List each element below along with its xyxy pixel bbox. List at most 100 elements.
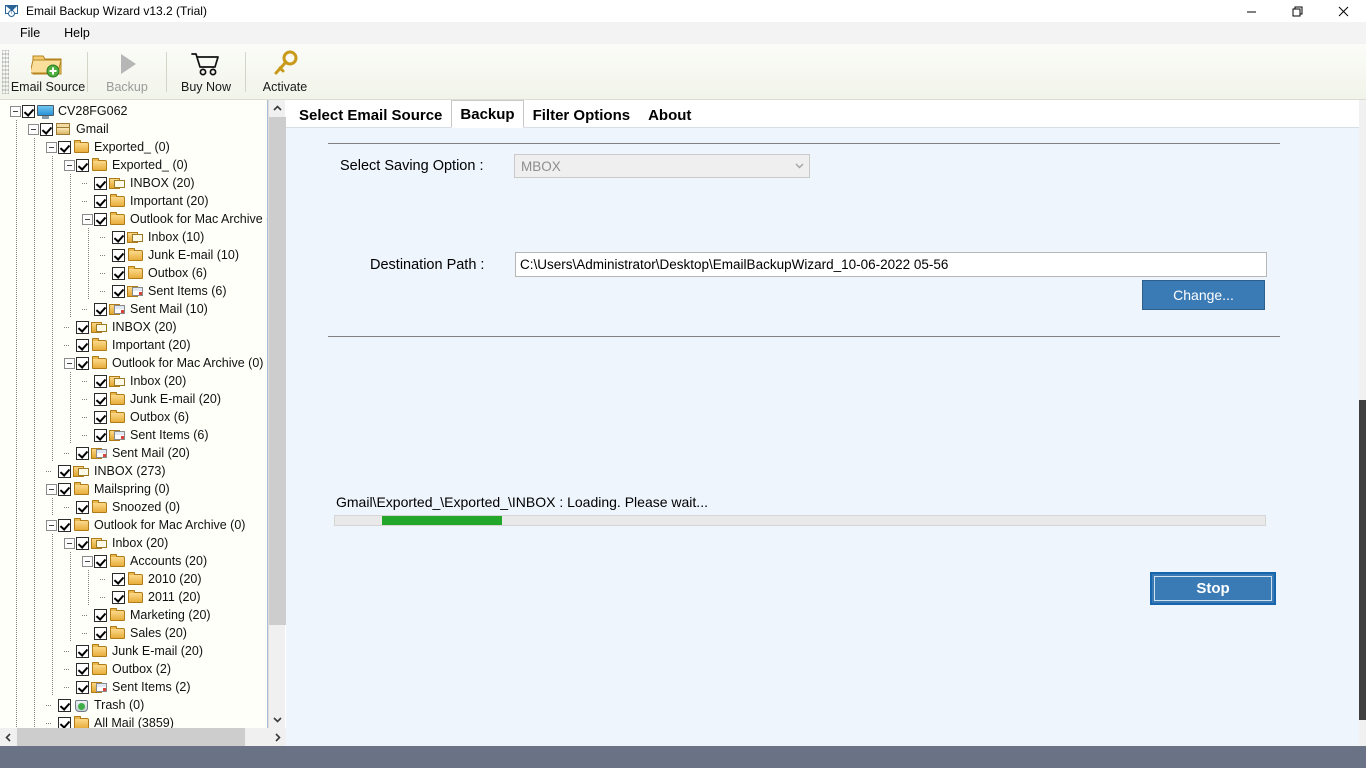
tab-filter-options[interactable]: Filter Options bbox=[523, 101, 640, 128]
menu-item-file[interactable]: File bbox=[8, 24, 52, 42]
tree-node[interactable]: CV28FG062 bbox=[0, 102, 267, 120]
tree-node-checkbox[interactable] bbox=[76, 320, 89, 334]
tree-node[interactable]: Sent Mail (20) bbox=[0, 444, 267, 462]
tree-collapse-icon[interactable] bbox=[46, 141, 57, 153]
toolbar-button-backup[interactable]: Backup bbox=[88, 45, 166, 99]
tree-node-checkbox[interactable] bbox=[58, 482, 71, 496]
toolbar-button-activate[interactable]: Activate bbox=[246, 45, 324, 99]
tree-collapse-icon[interactable] bbox=[64, 537, 75, 549]
tree-node-checkbox[interactable] bbox=[94, 374, 107, 388]
minimize-button[interactable] bbox=[1228, 0, 1274, 22]
tree-node[interactable]: Sent Mail (10) bbox=[0, 300, 267, 318]
tree-node-checkbox[interactable] bbox=[58, 464, 71, 478]
tree-node-checkbox[interactable] bbox=[58, 140, 71, 154]
content-scroll-thumb[interactable] bbox=[1359, 400, 1366, 720]
tree-node[interactable]: Mailspring (0) bbox=[0, 480, 267, 498]
content-vertical-scrollbar[interactable] bbox=[1359, 100, 1366, 746]
tree-vertical-scrollbar[interactable] bbox=[268, 100, 286, 728]
tree-node-checkbox[interactable] bbox=[76, 680, 89, 694]
tree-node-checkbox[interactable] bbox=[58, 518, 71, 532]
tree-collapse-icon[interactable] bbox=[28, 123, 39, 135]
tree-scroll-thumb[interactable] bbox=[269, 117, 286, 625]
restore-button[interactable] bbox=[1274, 0, 1320, 22]
tree-horizontal-scrollbar[interactable] bbox=[0, 728, 286, 746]
tree-node-checkbox[interactable] bbox=[94, 428, 107, 442]
tree-node-checkbox[interactable] bbox=[22, 104, 35, 118]
tree-node-checkbox[interactable] bbox=[94, 176, 107, 190]
tree-node[interactable]: Important (20) bbox=[0, 192, 267, 210]
tree-node[interactable]: All Mail (3859) bbox=[0, 714, 267, 728]
tree-node[interactable]: Exported_ (0) bbox=[0, 156, 267, 174]
folder-tree-panel[interactable]: CV28FG062 Gmail Exported_ (0) Exported_ (0)… bbox=[0, 100, 268, 728]
tree-node[interactable]: Outbox (2) bbox=[0, 660, 267, 678]
tree-collapse-icon[interactable] bbox=[46, 483, 57, 495]
tree-node-checkbox[interactable] bbox=[94, 212, 107, 226]
tab-about[interactable]: About bbox=[639, 101, 701, 128]
tree-node[interactable]: Outlook for Mac Archive (0) bbox=[0, 354, 267, 372]
tree-node-checkbox[interactable] bbox=[76, 644, 89, 658]
tree-node-checkbox[interactable] bbox=[112, 230, 125, 244]
tree-collapse-icon[interactable] bbox=[64, 159, 75, 171]
tree-node[interactable]: Junk E-mail (20) bbox=[0, 390, 267, 408]
tree-node[interactable]: Important (20) bbox=[0, 336, 267, 354]
tab-backup[interactable]: Backup bbox=[451, 100, 524, 128]
toolbar-button-buy-now[interactable]: Buy Now bbox=[167, 45, 245, 99]
tree-node[interactable]: INBOX (20) bbox=[0, 318, 267, 336]
tree-node-checkbox[interactable] bbox=[76, 446, 89, 460]
tree-collapse-icon[interactable] bbox=[82, 213, 93, 225]
tree-node[interactable]: Inbox (20) bbox=[0, 372, 267, 390]
tree-node-checkbox[interactable] bbox=[112, 266, 125, 280]
tree-node[interactable]: Sent Items (2) bbox=[0, 678, 267, 696]
tree-node[interactable]: Inbox (20) bbox=[0, 534, 267, 552]
tree-collapse-icon[interactable] bbox=[64, 357, 75, 369]
tree-node[interactable]: 2010 (20) bbox=[0, 570, 267, 588]
change-button[interactable]: Change... bbox=[1142, 280, 1265, 310]
close-button[interactable] bbox=[1320, 0, 1366, 22]
tree-node[interactable]: Trash (0) bbox=[0, 696, 267, 714]
tree-node-checkbox[interactable] bbox=[112, 572, 125, 586]
tree-node[interactable]: Marketing (20) bbox=[0, 606, 267, 624]
tree-node[interactable]: INBOX (273) bbox=[0, 462, 267, 480]
tree-node[interactable]: Inbox (10) bbox=[0, 228, 267, 246]
tree-node-checkbox[interactable] bbox=[112, 590, 125, 604]
tree-node-checkbox[interactable] bbox=[112, 284, 125, 298]
scroll-down-icon[interactable] bbox=[269, 711, 286, 728]
scroll-left-icon[interactable] bbox=[0, 728, 17, 746]
saving-option-dropdown[interactable]: MBOX bbox=[514, 154, 810, 178]
tree-node-checkbox[interactable] bbox=[76, 356, 89, 370]
tree-node-checkbox[interactable] bbox=[94, 554, 107, 568]
tree-node-checkbox[interactable] bbox=[94, 302, 107, 316]
tree-node[interactable]: Sales (20) bbox=[0, 624, 267, 642]
toolbar-grip[interactable] bbox=[2, 49, 9, 94]
tree-node[interactable]: Exported_ (0) bbox=[0, 138, 267, 156]
tree-node[interactable]: 2011 (20) bbox=[0, 588, 267, 606]
tree-node[interactable]: Sent Items (6) bbox=[0, 426, 267, 444]
toolbar-button-email-source[interactable]: Email Source bbox=[9, 45, 87, 99]
tree-node[interactable]: Junk E-mail (10) bbox=[0, 246, 267, 264]
tree-node-checkbox[interactable] bbox=[76, 500, 89, 514]
destination-path-input[interactable]: C:\Users\Administrator\Desktop\EmailBack… bbox=[515, 252, 1267, 277]
tree-node[interactable]: Sent Items (6) bbox=[0, 282, 267, 300]
tree-node[interactable]: INBOX (20) bbox=[0, 174, 267, 192]
tree-node[interactable]: Snoozed (0) bbox=[0, 498, 267, 516]
tree-node[interactable]: Junk E-mail (20) bbox=[0, 642, 267, 660]
tree-node-checkbox[interactable] bbox=[58, 716, 71, 728]
scroll-right-icon[interactable] bbox=[269, 728, 286, 746]
tab-select-email-source[interactable]: Select Email Source bbox=[290, 101, 452, 128]
scroll-up-icon[interactable] bbox=[269, 100, 286, 117]
tree-node-checkbox[interactable] bbox=[94, 410, 107, 424]
tree-node-checkbox[interactable] bbox=[76, 158, 89, 172]
tree-node-checkbox[interactable] bbox=[94, 608, 107, 622]
tree-collapse-icon[interactable] bbox=[46, 519, 57, 531]
stop-button[interactable]: Stop bbox=[1150, 572, 1276, 605]
tree-node-checkbox[interactable] bbox=[58, 698, 71, 712]
tree-node-checkbox[interactable] bbox=[94, 626, 107, 640]
tree-node-checkbox[interactable] bbox=[76, 662, 89, 676]
tree-hscroll-thumb[interactable] bbox=[17, 728, 245, 746]
tree-node[interactable]: Outbox (6) bbox=[0, 408, 267, 426]
tree-node-checkbox[interactable] bbox=[94, 194, 107, 208]
tree-node-checkbox[interactable] bbox=[76, 536, 89, 550]
tree-node[interactable]: Gmail bbox=[0, 120, 267, 138]
tree-node-checkbox[interactable] bbox=[112, 248, 125, 262]
tree-node-checkbox[interactable] bbox=[76, 338, 89, 352]
